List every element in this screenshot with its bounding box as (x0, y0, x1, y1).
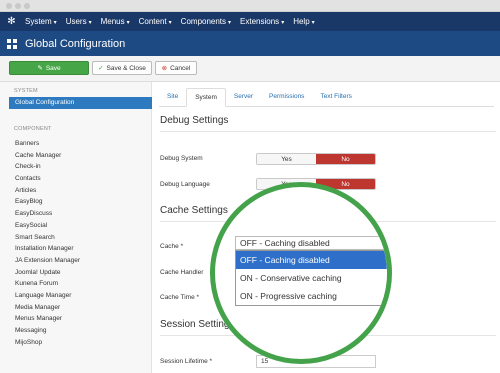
menu-system[interactable]: System ▾ (25, 17, 57, 26)
cache-handler-label: Cache Handler (160, 269, 204, 276)
debug-system-yes[interactable]: Yes (257, 154, 316, 164)
sidebar-item[interactable]: Smart Search (15, 232, 80, 244)
debug-language-label: Debug Language (160, 181, 210, 188)
sidebar-item[interactable]: Contacts (15, 173, 80, 185)
menu-content[interactable]: Content ▾ (139, 17, 172, 26)
cache-time-label: Cache Time * (160, 294, 200, 301)
window-dot (24, 3, 30, 9)
debug-system-label: Debug System (160, 155, 203, 162)
sidebar-item[interactable]: Banners (15, 138, 80, 150)
sidebar: SYSTEM Global Configuration COMPONENT Ba… (0, 82, 152, 373)
x-circle-icon: ⊗ (161, 65, 168, 72)
grid-icon (7, 38, 17, 49)
cache-dropdown: OFF - Caching disabled ▴ OFF - Caching d… (235, 236, 387, 306)
cache-option-off[interactable]: OFF - Caching disabled (236, 251, 387, 269)
check-icon: ✓ (98, 65, 104, 72)
session-lifetime-label: Session Lifetime * (160, 358, 213, 365)
menu-help[interactable]: Help ▾ (293, 17, 314, 26)
menu-components[interactable]: Components ▾ (181, 17, 231, 26)
sidebar-item[interactable]: EasySocial (15, 220, 80, 232)
tab-permissions[interactable]: Permissions (261, 88, 312, 106)
divider (160, 131, 496, 132)
chevron-down-icon: ▾ (88, 20, 92, 26)
sidebar-item[interactable]: Joomla! Update (15, 267, 80, 279)
chevron-down-icon: ▾ (126, 20, 130, 26)
title-bar: Global Configuration (0, 31, 500, 56)
sidebar-item[interactable]: Articles (15, 185, 80, 197)
sidebar-heading-component: COMPONENT (14, 126, 52, 132)
joomla-logo-icon[interactable]: ✻ (6, 16, 17, 27)
menu-extensions[interactable]: Extensions ▾ (240, 17, 284, 26)
window-dot (15, 3, 21, 9)
chevron-down-icon: ▾ (311, 20, 315, 26)
tab-bar: Site System Server Permissions Text Filt… (159, 88, 494, 107)
tab-site[interactable]: Site (159, 88, 186, 106)
tab-system[interactable]: System (186, 88, 226, 107)
chevron-up-icon: ▴ (382, 240, 386, 246)
sidebar-component-list: Banners Cache Manager Check-in Contacts … (15, 138, 80, 348)
pencil-square-icon: ✎ (37, 65, 43, 72)
tab-server[interactable]: Server (226, 88, 261, 106)
cache-options-list: OFF - Caching disabled ON - Conservative… (235, 250, 387, 306)
menu-menus[interactable]: Menus ▾ (101, 17, 130, 26)
debug-system-toggle: Yes No (256, 153, 376, 165)
sidebar-item[interactable]: EasyBlog (15, 196, 80, 208)
cache-settings-heading: Cache Settings (160, 205, 228, 216)
sidebar-heading-system: SYSTEM (14, 88, 38, 94)
sidebar-item[interactable]: Installation Manager (15, 243, 80, 255)
cache-label: Cache * (160, 243, 184, 250)
cache-select-value: OFF - Caching disabled (240, 238, 330, 248)
window-dot (6, 3, 12, 9)
chevron-down-icon: ▾ (53, 20, 57, 26)
sidebar-item[interactable]: MijoShop (15, 337, 80, 349)
debug-settings-heading: Debug Settings (160, 115, 229, 126)
top-menubar: ✻ System ▾ Users ▾ Menus ▾ Content ▾ Compone… (0, 12, 500, 31)
chevron-down-icon: ▾ (228, 20, 232, 26)
cache-select[interactable]: OFF - Caching disabled ▴ (235, 236, 387, 250)
sidebar-item[interactable]: Media Manager (15, 302, 80, 314)
sidebar-item[interactable]: Kunena Forum (15, 278, 80, 290)
sidebar-item[interactable]: JA Extension Manager (15, 255, 80, 267)
sidebar-item[interactable]: Check-in (15, 161, 80, 173)
sidebar-item-global-configuration[interactable]: Global Configuration (9, 97, 152, 109)
save-button[interactable]: ✎ Save (9, 61, 89, 75)
tab-text-filters[interactable]: Text Filters (312, 88, 359, 106)
page-title: Global Configuration (25, 37, 126, 50)
cache-option-conservative[interactable]: ON - Conservative caching (236, 269, 387, 287)
sidebar-item[interactable]: Cache Manager (15, 150, 80, 162)
sidebar-item[interactable]: Menus Manager (15, 313, 80, 325)
sidebar-item[interactable]: Messaging (15, 325, 80, 337)
toolbar: ✎ Save ✓ Save & Close ⊗ Cancel (0, 56, 500, 82)
chevron-down-icon: ▾ (281, 20, 285, 26)
window-chrome (0, 0, 500, 12)
chevron-down-icon: ▾ (168, 20, 172, 26)
sidebar-item[interactable]: Language Manager (15, 290, 80, 302)
sidebar-item[interactable]: EasyDiscuss (15, 208, 80, 220)
zoom-highlight-circle: OFF - Caching disabled ▴ OFF - Caching d… (210, 182, 392, 364)
menu-users[interactable]: Users ▾ (66, 17, 92, 26)
cancel-button[interactable]: ⊗ Cancel (155, 61, 197, 75)
save-close-button[interactable]: ✓ Save & Close (92, 61, 152, 75)
cache-option-progressive[interactable]: ON - Progressive caching (236, 287, 387, 305)
debug-system-no[interactable]: No (316, 154, 375, 164)
